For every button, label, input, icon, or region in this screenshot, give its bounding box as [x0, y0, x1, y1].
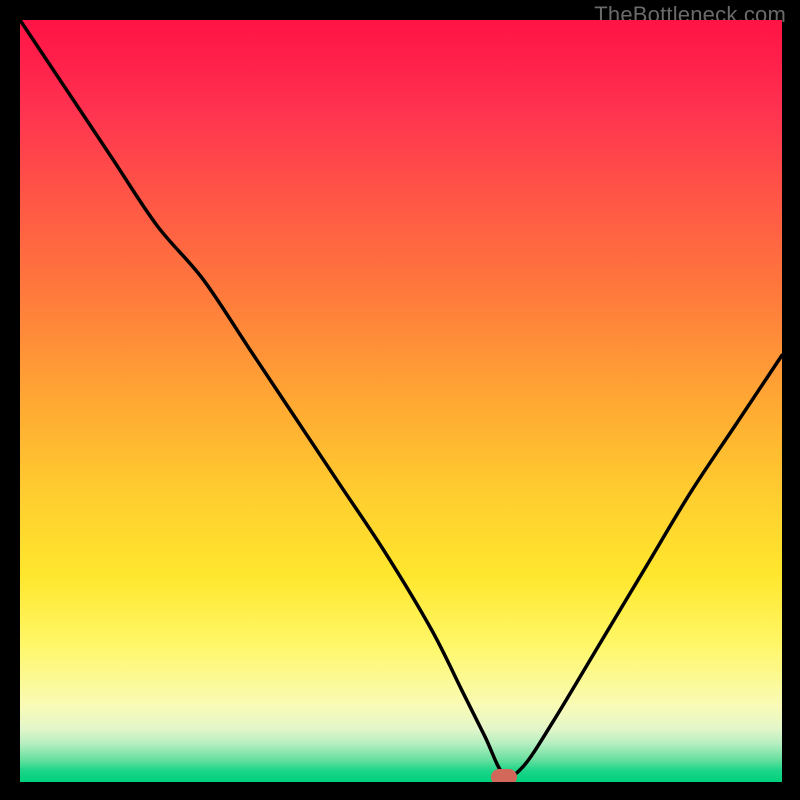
- chart-stage: TheBottleneck.com: [0, 0, 800, 800]
- bottleneck-curve: [20, 20, 782, 782]
- minimum-marker: [491, 769, 517, 782]
- plot-area: [20, 20, 782, 782]
